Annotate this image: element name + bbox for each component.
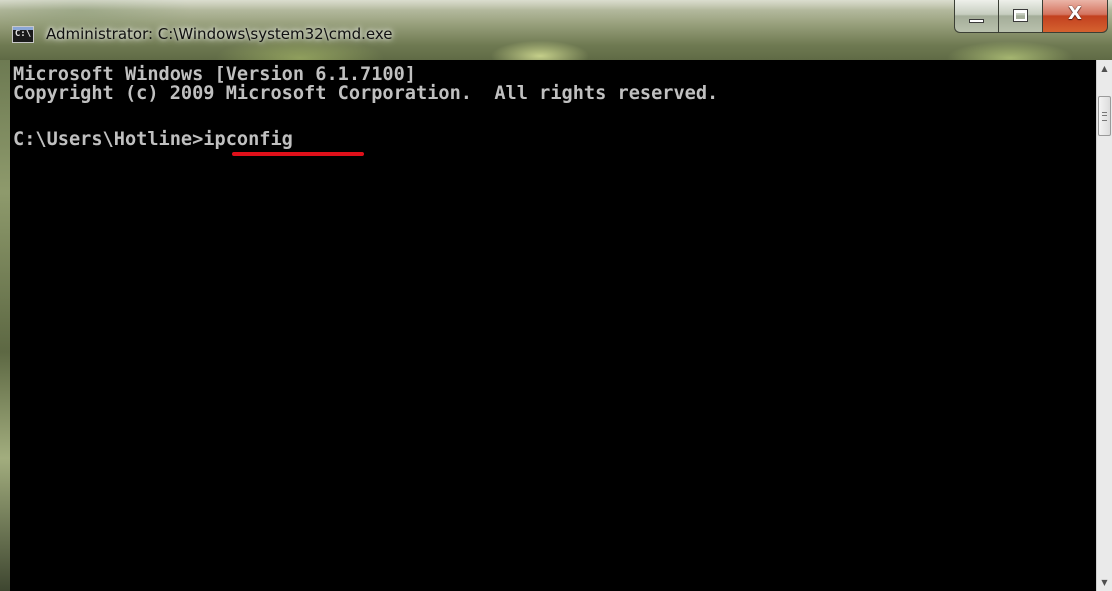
thumb-grip-icon: [1102, 112, 1107, 121]
caption-buttons: X: [954, 0, 1108, 36]
cmd-window: C:\ Administrator: C:\Windows\system32\c…: [0, 0, 1112, 591]
console-output[interactable]: Microsoft Windows [Version 6.1.7100] Cop…: [10, 60, 1096, 591]
window-frame-left: [0, 60, 10, 591]
maximize-icon: [1013, 9, 1028, 22]
console-prompt-command[interactable]: C:\Users\Hotline>ipconfig: [13, 130, 293, 149]
title-bar-highlight: [0, 0, 1112, 10]
title-bar[interactable]: C:\ Administrator: C:\Windows\system32\c…: [0, 0, 1112, 60]
command-highlight-underline: [232, 152, 364, 156]
close-button[interactable]: X: [1042, 0, 1108, 33]
cmd-app-icon[interactable]: C:\: [12, 26, 34, 43]
window-title: Administrator: C:\Windows\system32\cmd.e…: [46, 25, 393, 43]
vertical-scrollbar[interactable]: ▲ ▼: [1096, 60, 1112, 591]
minimize-icon: [969, 19, 984, 23]
minimize-button[interactable]: [954, 0, 998, 33]
console-line-copyright: Copyright (c) 2009 Microsoft Corporation…: [13, 83, 719, 104]
scroll-down-arrow-icon[interactable]: ▼: [1097, 574, 1112, 591]
console-line-version: Microsoft Windows [Version 6.1.7100]: [13, 64, 416, 85]
scroll-up-arrow-icon[interactable]: ▲: [1097, 60, 1112, 77]
maximize-button[interactable]: [998, 0, 1042, 33]
scroll-thumb[interactable]: [1098, 96, 1111, 136]
close-icon: X: [1068, 3, 1082, 24]
